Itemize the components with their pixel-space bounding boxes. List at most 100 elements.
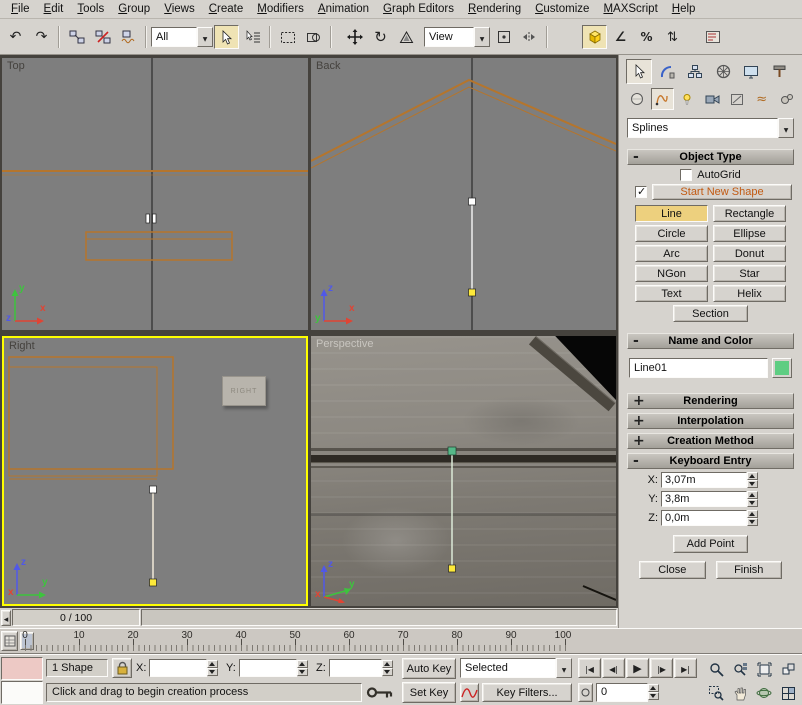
menu-maxscript[interactable]: MAXScript xyxy=(596,1,664,17)
menu-tools[interactable]: Tools xyxy=(70,1,111,17)
default-tangents-button[interactable] xyxy=(460,683,479,702)
play-animation-button[interactable] xyxy=(626,658,649,678)
angle-snap-button[interactable] xyxy=(608,25,633,49)
region-zoom-button[interactable] xyxy=(704,681,728,705)
object-type-ngon[interactable]: NGon xyxy=(635,265,708,282)
viewport-right[interactable]: Right RIGHT z y x xyxy=(2,336,308,606)
current-frame-spinner[interactable] xyxy=(648,684,659,700)
object-type-donut[interactable]: Donut xyxy=(713,245,786,262)
object-type-star[interactable]: Star xyxy=(713,265,786,282)
selection-filter-dropdown[interactable]: All xyxy=(151,27,213,47)
viewport-top[interactable]: Top y x z xyxy=(2,58,308,330)
snaps-toggle-button[interactable] xyxy=(582,25,607,49)
object-type-text[interactable]: Text xyxy=(635,285,708,302)
y-input[interactable]: 3,8m xyxy=(661,491,747,507)
named-selection-sets-button[interactable] xyxy=(700,25,725,49)
object-type-arc[interactable]: Arc xyxy=(635,245,708,262)
spinner-snap-button[interactable] xyxy=(660,25,685,49)
redo-button[interactable] xyxy=(29,25,54,49)
object-type-circle[interactable]: Circle xyxy=(635,225,708,242)
y-spinner[interactable] xyxy=(747,491,758,507)
x-input[interactable]: 3,07m xyxy=(661,472,747,488)
select-and-rotate-button[interactable] xyxy=(368,25,393,49)
viewport-perspective[interactable]: Perspective z y x xyxy=(311,336,616,606)
tab-hierarchy[interactable] xyxy=(682,59,708,84)
rectangular-selection-region-button[interactable] xyxy=(275,25,300,49)
tab-create[interactable] xyxy=(626,59,652,84)
current-frame-input[interactable]: 0 xyxy=(596,683,648,702)
tab-modify[interactable] xyxy=(654,59,680,84)
rollout-interpolation[interactable]: Interpolation xyxy=(627,413,794,429)
dropdown-arrow-icon[interactable] xyxy=(778,118,794,138)
timeline-ruler[interactable]: 0 10 20 30 40 50 60 70 80 90 100 xyxy=(0,628,802,654)
rollout-creation-method[interactable]: Creation Method xyxy=(627,433,794,449)
track-bar-strip[interactable] xyxy=(141,609,617,626)
status-x-spinner[interactable] xyxy=(207,660,218,676)
percent-snap-button[interactable] xyxy=(634,25,659,49)
rollout-keyboard-entry[interactable]: Keyboard Entry xyxy=(627,453,794,469)
tab-display[interactable] xyxy=(738,59,764,84)
finish-button[interactable]: Finish xyxy=(716,561,783,579)
status-x-input[interactable] xyxy=(149,659,207,677)
tab-helpers[interactable] xyxy=(725,88,748,110)
viewport-right-label[interactable]: Right xyxy=(9,340,35,352)
pan-button[interactable] xyxy=(728,681,752,705)
selection-lock-toggle-button[interactable] xyxy=(112,658,132,678)
z-spinner[interactable] xyxy=(747,510,758,526)
mirror-button[interactable] xyxy=(517,25,542,49)
dropdown-arrow-icon[interactable] xyxy=(197,27,213,47)
set-key-button[interactable]: Set Key xyxy=(402,682,456,703)
menu-rendering[interactable]: Rendering xyxy=(461,1,528,17)
keyboard-shortcut-override-button[interactable] xyxy=(366,685,394,703)
object-type-line[interactable]: Line xyxy=(635,205,708,222)
object-color-swatch[interactable] xyxy=(772,358,792,378)
object-name-field[interactable]: Line01 xyxy=(629,358,768,378)
status-z-input[interactable] xyxy=(329,659,382,677)
start-new-shape-button[interactable]: Start New Shape xyxy=(652,184,792,200)
tab-motion[interactable] xyxy=(710,59,736,84)
dropdown-arrow-icon[interactable] xyxy=(474,27,490,47)
x-spinner[interactable] xyxy=(747,472,758,488)
menu-customize[interactable]: Customize xyxy=(528,1,596,17)
select-and-scale-button[interactable] xyxy=(394,25,419,49)
menu-edit[interactable]: Edit xyxy=(37,1,71,17)
zoom-extents-all-button[interactable] xyxy=(776,657,800,681)
reference-coordsys-dropdown[interactable]: View xyxy=(424,27,490,47)
tab-cameras[interactable] xyxy=(701,88,724,110)
tab-utilities[interactable] xyxy=(766,59,792,84)
add-point-button[interactable]: Add Point xyxy=(673,535,748,553)
viewport-back-label[interactable]: Back xyxy=(316,60,340,72)
select-object-button[interactable] xyxy=(214,25,239,49)
object-type-rectangle[interactable]: Rectangle xyxy=(713,205,786,222)
window-crossing-toggle-button[interactable] xyxy=(301,25,326,49)
selection-set-dropdown[interactable]: Selected xyxy=(460,658,572,678)
previous-frame-button[interactable] xyxy=(602,658,625,678)
dropdown-arrow-icon[interactable] xyxy=(556,658,572,678)
next-frame-button[interactable] xyxy=(650,658,673,678)
arc-rotate-button[interactable] xyxy=(752,681,776,705)
maxscript-listener-pane[interactable] xyxy=(1,681,43,704)
tab-lights[interactable] xyxy=(676,88,699,110)
select-and-link-button[interactable] xyxy=(64,25,89,49)
object-type-ellipse[interactable]: Ellipse xyxy=(713,225,786,242)
key-filters-button[interactable]: Key Filters... xyxy=(482,683,572,702)
object-type-helix[interactable]: Helix xyxy=(713,285,786,302)
zoom-all-button[interactable] xyxy=(728,657,752,681)
menu-graph-editors[interactable]: Graph Editors xyxy=(376,1,461,17)
rollout-name-and-color[interactable]: Name and Color xyxy=(627,333,794,349)
menu-animation[interactable]: Animation xyxy=(311,1,376,17)
spline-category-dropdown[interactable]: Splines xyxy=(627,118,794,138)
z-input[interactable]: 0,0m xyxy=(661,510,747,526)
viewport-top-label[interactable]: Top xyxy=(7,60,25,72)
key-mode-toggle-button[interactable] xyxy=(578,683,593,702)
menu-group[interactable]: Group xyxy=(111,1,157,17)
tab-geometry[interactable] xyxy=(626,88,649,110)
go-to-end-button[interactable] xyxy=(674,658,697,678)
bind-to-space-warp-button[interactable] xyxy=(116,25,141,49)
zoom-extents-button[interactable] xyxy=(752,657,776,681)
use-pivot-center-button[interactable] xyxy=(491,25,516,49)
status-y-input[interactable] xyxy=(239,659,297,677)
macro-recorder-pane[interactable] xyxy=(1,657,43,680)
status-y-spinner[interactable] xyxy=(297,660,308,676)
tab-space-warps[interactable] xyxy=(750,88,773,110)
